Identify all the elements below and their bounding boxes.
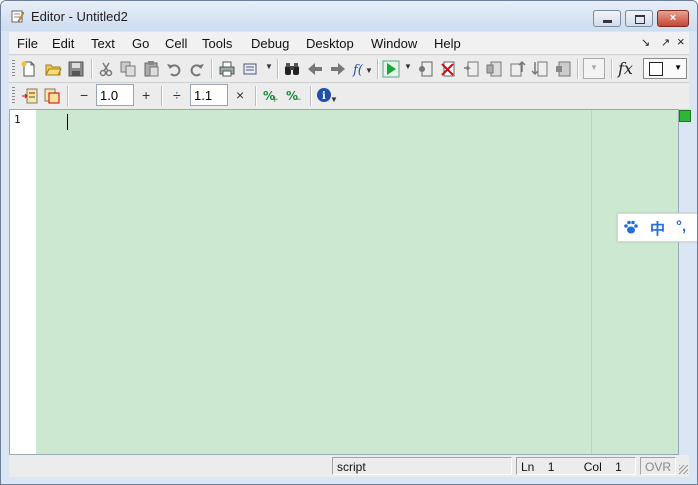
svg-text:i: i: [322, 91, 326, 102]
right-margin-line: [591, 110, 592, 454]
menu-go[interactable]: Go: [132, 36, 149, 51]
title-bar[interactable]: Editor - Untitled2 ×: [1, 1, 697, 31]
paw-icon[interactable]: [623, 219, 639, 235]
toolbar-grip[interactable]: [12, 87, 15, 105]
line-label: Ln: [521, 460, 535, 474]
menu-file[interactable]: File: [17, 36, 38, 51]
comment-percent-icon[interactable]: % +: [262, 87, 280, 105]
line-number-gutter: 1: [10, 110, 36, 454]
clear-breakpoints-icon[interactable]: [439, 60, 457, 78]
undock-icon[interactable]: ↗: [661, 36, 670, 49]
stack-dropdown[interactable]: ▼: [583, 58, 605, 79]
menu-text[interactable]: Text: [91, 36, 115, 51]
cut-icon[interactable]: [97, 60, 115, 78]
step-out-icon[interactable]: [508, 60, 526, 78]
close-icon: ×: [669, 12, 677, 24]
uncomment-percent-icon[interactable]: % −: [285, 87, 303, 105]
window-title: Editor - Untitled2: [31, 9, 128, 24]
chevron-down-icon[interactable]: ▼: [330, 95, 338, 104]
svg-text:−: −: [294, 95, 302, 105]
set-breakpoint-icon[interactable]: [417, 60, 435, 78]
step-in-icon[interactable]: [485, 60, 503, 78]
continue-icon[interactable]: [531, 60, 549, 78]
close-document-icon[interactable]: ×: [677, 34, 685, 49]
overwrite-indicator: OVR: [640, 457, 676, 475]
copy-icon[interactable]: [119, 60, 137, 78]
code-editor[interactable]: 1: [9, 109, 679, 455]
decrement-value-button[interactable]: −: [80, 87, 88, 103]
color-dropdown[interactable]: ▼: [643, 58, 687, 79]
dock-icon[interactable]: ↘: [641, 36, 650, 49]
ime-punctuation-mode[interactable]: °,: [676, 218, 686, 235]
svg-text:f(: f(: [352, 63, 364, 78]
chevron-down-icon[interactable]: ▼: [365, 66, 373, 75]
resize-grip[interactable]: [679, 465, 688, 474]
new-file-icon[interactable]: [20, 60, 38, 78]
menu-desktop[interactable]: Desktop: [306, 36, 354, 51]
go-back-icon[interactable]: [306, 60, 324, 78]
insert-cell-icon[interactable]: [43, 87, 61, 105]
chevron-down-icon[interactable]: ▼: [265, 62, 273, 71]
maximize-icon: [635, 15, 645, 24]
chevron-down-icon[interactable]: ▼: [404, 62, 412, 71]
ime-toolbar: 中 °,: [617, 213, 697, 242]
page-setup-icon[interactable]: [242, 60, 260, 78]
menu-cell[interactable]: Cell: [165, 36, 187, 51]
column-label: Col: [583, 460, 602, 474]
increment-value-button[interactable]: +: [142, 87, 150, 103]
exit-debug-icon[interactable]: [554, 60, 572, 78]
menu-tools[interactable]: Tools: [202, 36, 232, 51]
minimize-icon: [603, 20, 612, 23]
print-icon[interactable]: [218, 60, 236, 78]
paste-icon[interactable]: [142, 60, 160, 78]
status-bar: script Ln 1 Col 1 OVR: [9, 455, 689, 477]
editor-app-icon: [11, 10, 24, 23]
go-forward-icon[interactable]: [329, 60, 347, 78]
chevron-down-icon: ▼: [674, 63, 682, 72]
text-cursor: [67, 114, 68, 130]
run-icon[interactable]: [382, 60, 400, 78]
find-binoculars-icon[interactable]: [283, 60, 301, 78]
line-value: 1: [547, 460, 555, 474]
close-button[interactable]: ×: [657, 10, 689, 27]
cursor-position: Ln 1 Col 1: [516, 457, 636, 475]
line-number: 1: [14, 113, 21, 126]
save-icon[interactable]: [67, 60, 85, 78]
column-value: 1: [615, 460, 622, 474]
status-mode: script: [332, 457, 512, 475]
increment-value-field[interactable]: 1.0: [96, 84, 134, 106]
menu-debug[interactable]: Debug: [251, 36, 289, 51]
insert-function-icon[interactable]: fx: [618, 59, 633, 78]
redo-icon[interactable]: [188, 60, 206, 78]
code-analyzer-status-indicator[interactable]: [679, 110, 691, 122]
toolbar-grip[interactable]: [12, 60, 15, 78]
main-toolbar: ▼ f( ▼ ▼ ▼ fx ▼: [9, 56, 689, 83]
divide-value-button[interactable]: ÷: [173, 87, 181, 103]
multiply-value-button[interactable]: ×: [236, 87, 244, 103]
step-icon[interactable]: [462, 60, 480, 78]
color-swatch: [649, 62, 663, 76]
insert-cell-divider-icon[interactable]: [21, 87, 39, 105]
menu-window[interactable]: Window: [371, 36, 417, 51]
menu-edit[interactable]: Edit: [52, 36, 74, 51]
multiply-value-field[interactable]: 1.1: [190, 84, 228, 106]
open-folder-icon[interactable]: [44, 60, 62, 78]
undo-icon[interactable]: [165, 60, 183, 78]
svg-text:+: +: [271, 95, 279, 105]
editor-window: Editor - Untitled2 × File Edit Text Go C…: [0, 0, 698, 485]
menu-help[interactable]: Help: [434, 36, 461, 51]
ime-chinese-mode[interactable]: 中: [650, 218, 665, 239]
minimize-button[interactable]: [593, 10, 621, 27]
menu-bar: File Edit Text Go Cell Tools Debug Deskt…: [9, 32, 689, 55]
cell-toolbar: − 1.0 + ÷ 1.1 × % + % − i ▼: [9, 83, 689, 110]
maximize-button[interactable]: [625, 10, 653, 27]
